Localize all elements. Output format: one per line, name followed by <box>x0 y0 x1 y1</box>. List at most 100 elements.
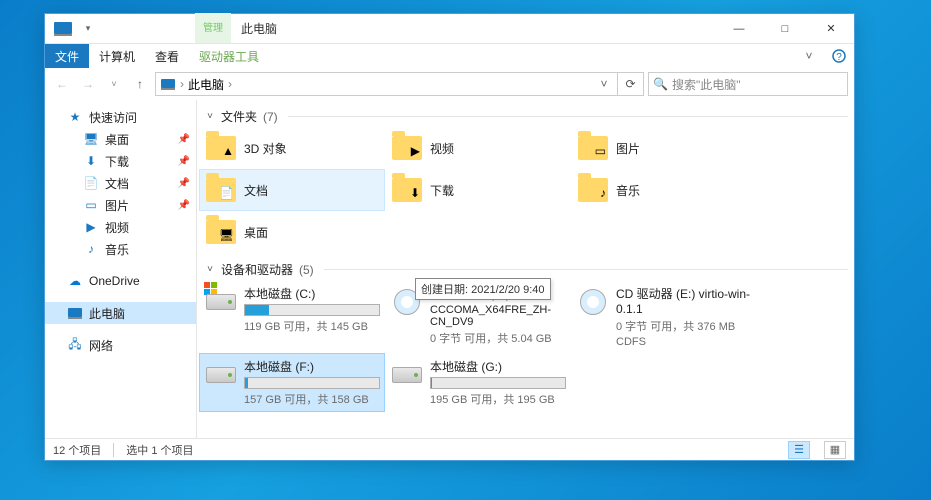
view-large-button[interactable]: ▦ <box>824 441 846 459</box>
contextual-tab-manage[interactable]: 管理 <box>195 13 231 43</box>
group-header-folders[interactable]: ˅ 文件夹 (7) <box>199 104 852 127</box>
drive-name: 本地磁盘 (G:) <box>430 358 566 375</box>
search-placeholder: 搜索"此电脑" <box>672 76 741 93</box>
sidebar-quick-access[interactable]: ★ 快速访问 <box>45 106 196 128</box>
desktop-icon: 🖥 <box>83 131 99 147</box>
capacity-bar <box>244 304 380 316</box>
folder-label: 桌面 <box>244 224 268 241</box>
address-separator[interactable]: › <box>228 77 232 91</box>
ribbon-expand-icon[interactable]: ˅ <box>794 44 824 68</box>
address-separator[interactable]: › <box>180 77 184 91</box>
ribbon-view[interactable]: 查看 <box>145 44 189 68</box>
address-location[interactable]: 此电脑 <box>188 76 224 93</box>
sidebar-label: 下载 <box>105 153 129 170</box>
content-pane[interactable]: ˅ 文件夹 (7) ▲ 3D 对象▶ 视频▭ 图片📄 文档⬇ 下载♪ 音乐🖥 桌… <box>197 100 854 438</box>
search-input[interactable]: 🔍 搜索"此电脑" <box>648 72 848 96</box>
status-selection: 选中 1 个项目 <box>126 442 193 458</box>
pin-icon: 📌 <box>178 200 190 211</box>
nav-recent-button[interactable]: ˅ <box>103 73 125 95</box>
window-title: 此电脑 <box>231 14 287 43</box>
group-count: (7) <box>263 110 278 124</box>
drive-fs: CDFS <box>616 336 752 348</box>
minimize-button[interactable]: — <box>716 14 762 43</box>
sidebar-item-music[interactable]: ♪音乐 <box>45 238 196 260</box>
folder-item[interactable]: 📄 文档 <box>199 169 385 211</box>
app-icon <box>45 14 81 43</box>
ribbon-drive-tools[interactable]: 驱动器工具 <box>189 44 269 68</box>
sidebar-item-pictures[interactable]: ▭ 图片 📌 <box>45 194 196 216</box>
address-bar[interactable]: › 此电脑 › ˅ <box>155 72 618 96</box>
folder-label: 音乐 <box>616 182 640 199</box>
picture-icon: ▭ <box>83 197 99 213</box>
cd-icon <box>576 285 610 319</box>
sidebar-label: 快速访问 <box>89 109 137 126</box>
ribbon-computer[interactable]: 计算机 <box>89 44 145 68</box>
refresh-button[interactable]: ⟳ <box>618 72 644 96</box>
drive-capacity: 157 GB 可用，共 158 GB <box>244 391 380 407</box>
maximize-button[interactable]: □ <box>762 14 808 43</box>
group-count: (5) <box>299 263 314 277</box>
sidebar-item-videos[interactable]: ▶ 视频 <box>45 216 196 238</box>
drive-name: CD 驱动器 (E:) virtio-win-0.1.1 <box>616 285 752 316</box>
sidebar-item-desktop[interactable]: 🖥桌面📌 <box>45 128 196 150</box>
titlebar[interactable]: ▾ 管理 此电脑 — □ ✕ <box>45 14 854 44</box>
nav-up-button[interactable]: ↑ <box>129 73 151 95</box>
search-icon: 🔍 <box>653 77 668 91</box>
folder-item[interactable]: ♪ 音乐 <box>571 169 757 211</box>
folder-icon: ♪ <box>576 173 610 207</box>
group-label: 文件夹 <box>221 108 257 125</box>
hdd-icon <box>204 285 238 319</box>
folder-label: 图片 <box>616 140 640 157</box>
sidebar-onedrive[interactable]: ☁OneDrive <box>45 270 196 292</box>
folder-item[interactable]: ⬇ 下载 <box>385 169 571 211</box>
folder-item[interactable]: ▭ 图片 <box>571 127 757 169</box>
pin-icon: 📌 <box>178 156 190 167</box>
folder-item[interactable]: ▲ 3D 对象 <box>199 127 385 169</box>
drive-capacity: 195 GB 可用，共 195 GB <box>430 391 566 407</box>
pc-icon <box>67 305 83 321</box>
sidebar-label: 文档 <box>105 175 129 192</box>
star-icon: ★ <box>67 109 83 125</box>
drive-item[interactable]: 本地磁盘 (F:) 157 GB 可用，共 158 GB <box>199 353 385 412</box>
sidebar-network[interactable]: 🖧网络 <box>45 334 196 356</box>
download-icon: ⬇ <box>83 153 99 169</box>
folder-icon: 📄 <box>204 173 238 207</box>
title-dropdown-icon[interactable]: ▾ <box>81 14 95 43</box>
folder-icon: 🖥 <box>204 215 238 249</box>
chevron-down-icon[interactable]: ˅ <box>203 264 217 275</box>
sidebar-item-documents[interactable]: 📄文档📌 <box>45 172 196 194</box>
folder-item[interactable]: ▶ 视频 <box>385 127 571 169</box>
sidebar-label: 音乐 <box>105 241 129 258</box>
group-header-drives[interactable]: ˅ 设备和驱动器 (5) <box>199 257 852 280</box>
explorer-window: ▾ 管理 此电脑 — □ ✕ 文件 计算机 查看 驱动器工具 ˅ ? ← → ˅… <box>44 13 855 461</box>
folder-item[interactable]: 🖥 桌面 <box>199 211 385 253</box>
folder-label: 下载 <box>430 182 454 199</box>
drive-item[interactable]: 本地磁盘 (G:) 195 GB 可用，共 195 GB <box>385 353 571 412</box>
folder-label: 文档 <box>244 182 268 199</box>
status-item-count: 12 个项目 <box>53 442 101 458</box>
group-label: 设备和驱动器 <box>221 261 293 278</box>
chevron-down-icon[interactable]: ˅ <box>203 111 217 122</box>
sidebar-this-pc[interactable]: 此电脑 <box>45 302 196 324</box>
sidebar-item-downloads[interactable]: ⬇ 下载 📌 <box>45 150 196 172</box>
sidebar-label: 视频 <box>105 219 129 236</box>
ribbon-file[interactable]: 文件 <box>45 44 89 68</box>
drive-name2: CCCOMA_X64FRE_ZH-CN_DV9 <box>430 304 566 328</box>
folder-icon: ▲ <box>204 131 238 165</box>
document-icon: 📄 <box>83 175 99 191</box>
nav-forward-button[interactable]: → <box>77 73 99 95</box>
drive-item[interactable]: CD 驱动器 (E:) virtio-win-0.1.1 0 字节 可用，共 3… <box>571 280 757 353</box>
address-dropdown-icon[interactable]: ˅ <box>595 77 613 91</box>
nav-sidebar: ★ 快速访问 🖥桌面📌 ⬇ 下载 📌 📄 文档 📌 ▭ 图片 📌 ▶ 视频 ♪音乐 ☁OneD… <box>45 100 197 438</box>
nav-back-button[interactable]: ← <box>51 73 73 95</box>
folder-icon: ⬇ <box>390 173 424 207</box>
help-icon[interactable]: ? <box>824 44 854 68</box>
sidebar-label: 图片 <box>105 197 129 214</box>
view-details-button[interactable]: ☰ <box>788 441 810 459</box>
close-button[interactable]: ✕ <box>808 14 854 43</box>
folder-icon: ▶ <box>390 131 424 165</box>
video-icon: ▶ <box>83 219 99 235</box>
drive-item[interactable]: 本地磁盘 (C:) 119 GB 可用，共 145 GB <box>199 280 385 353</box>
cloud-icon: ☁ <box>67 273 83 289</box>
ribbon-tabs: 文件 计算机 查看 驱动器工具 ˅ ? <box>45 44 854 68</box>
